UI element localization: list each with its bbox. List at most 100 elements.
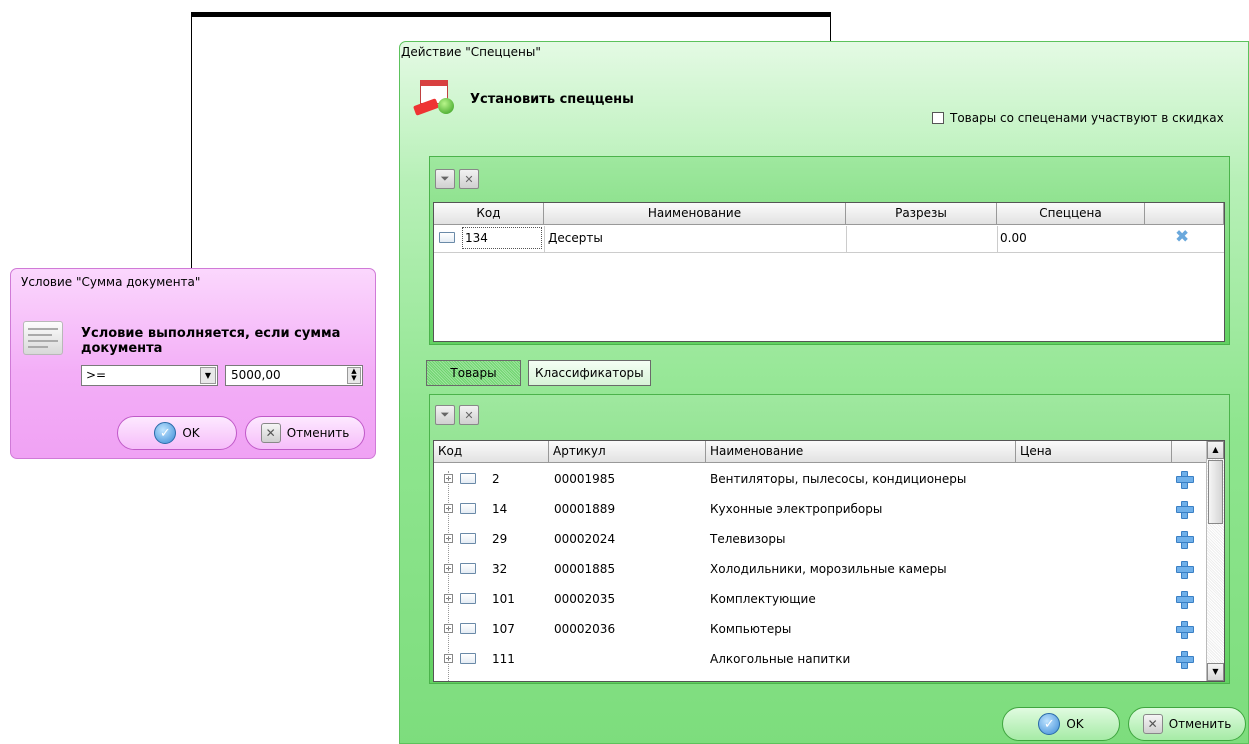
cell-code: 32: [492, 562, 508, 576]
column-header: [1145, 203, 1224, 225]
condition-heading: Условие выполняется, если сумма документ…: [81, 326, 341, 356]
table-row[interactable]: + 14 00001889 Кухонные электроприборы: [434, 494, 1207, 524]
add-icon[interactable]: [1175, 530, 1194, 549]
table-row[interactable]: + 111 Алкогольные напитки: [434, 644, 1207, 674]
folder-icon: [460, 533, 476, 544]
add-icon[interactable]: [1175, 500, 1194, 519]
action-panel: Действие "Спеццены" Установить спеццены …: [399, 41, 1249, 744]
check-icon: ✓: [154, 422, 177, 444]
add-icon[interactable]: [1175, 590, 1194, 609]
column-header: [1172, 441, 1208, 463]
action-heading: Установить спеццены: [470, 92, 634, 107]
check-icon: ✓: [1038, 713, 1061, 735]
table-row[interactable]: + 29 00002024 Телевизоры: [434, 524, 1207, 554]
delete-icon[interactable]: ✖: [1175, 227, 1189, 247]
cell-price[interactable]: 0.00: [1000, 226, 1027, 250]
clear-filter-button[interactable]: ✕: [459, 169, 479, 189]
cell-name: Телевизоры: [710, 532, 786, 546]
folder-icon: [460, 473, 476, 484]
column-header[interactable]: Артикул: [549, 441, 706, 463]
special-price-icon: [413, 76, 456, 118]
cell-name: Компьютеры: [710, 622, 792, 636]
column-header[interactable]: Код: [434, 203, 544, 225]
cell-article: 00001889: [554, 502, 616, 516]
add-icon[interactable]: [1175, 620, 1194, 639]
add-icon[interactable]: [1175, 650, 1194, 669]
cell-code: 2: [492, 472, 500, 486]
checkbox-box[interactable]: [932, 112, 944, 124]
condition-panel: Условие "Сумма документа" Условие выполн…: [10, 268, 376, 459]
spin-buttons-icon[interactable]: ▲ ▼: [347, 367, 361, 384]
clear-filter-button[interactable]: ✕: [459, 405, 479, 425]
cell-name: Алкогольные напитки: [710, 652, 851, 666]
cell-name: Комплектующие: [710, 592, 816, 606]
special-prices-grid: Код Наименование Разрезы Спеццена 134 Де…: [433, 202, 1225, 342]
filter-button[interactable]: ⏷: [435, 405, 455, 425]
cell-name: Десерты: [548, 231, 603, 245]
chevron-down-icon[interactable]: ▼: [200, 367, 216, 384]
operator-select[interactable]: >= ▼: [81, 365, 218, 386]
add-icon[interactable]: [1175, 470, 1194, 489]
folder-icon: [460, 503, 476, 514]
table-row[interactable]: + 32 00001885 Холодильники, морозильные …: [434, 554, 1207, 584]
scrollbar-thumb[interactable]: [1208, 460, 1223, 524]
close-icon: ✕: [260, 423, 281, 443]
column-header[interactable]: Наименование: [544, 203, 846, 225]
tab-goods[interactable]: Товары: [426, 360, 521, 386]
cell-code: 134: [462, 227, 542, 249]
filter-icon: ⏷: [440, 408, 450, 421]
connector-line: [191, 12, 192, 272]
cell-article: 00002024: [554, 532, 616, 546]
cancel-button[interactable]: ✕ Отменить: [245, 416, 365, 450]
discount-checkbox[interactable]: Товары со спеценами участвуют в скидках: [932, 111, 1224, 125]
column-header[interactable]: Наименование: [706, 441, 1016, 463]
cell-name: Холодильники, морозильные камеры: [710, 562, 947, 576]
cell-article: 00001985: [554, 472, 616, 486]
folder-icon: [439, 232, 455, 243]
cell-code: 14: [492, 502, 508, 516]
cancel-label: Отменить: [286, 426, 350, 440]
tab-classifiers[interactable]: Классификаторы: [528, 360, 651, 386]
scroll-up-icon[interactable]: ▲: [1207, 441, 1224, 459]
amount-value: 5000,00: [231, 368, 281, 382]
close-icon: ✕: [1142, 714, 1163, 734]
vertical-scrollbar[interactable]: ▲ ▼: [1206, 441, 1224, 681]
cell-name: Кухонные электроприборы: [710, 502, 883, 516]
scroll-down-icon[interactable]: ▼: [1207, 663, 1224, 681]
ok-label: OK: [182, 426, 200, 440]
connector-line: [191, 12, 831, 17]
ok-button[interactable]: ✓ OK: [1002, 707, 1120, 741]
receipt-icon: [23, 321, 63, 355]
column-header[interactable]: Спеццена: [997, 203, 1145, 225]
cell-code: 111: [492, 652, 515, 666]
action-title: Действие "Спеццены": [401, 45, 541, 59]
cell-article: 00002036: [554, 622, 616, 636]
cell-code: 101: [492, 592, 515, 606]
column-header[interactable]: Разрезы: [846, 203, 997, 225]
cell-article: 00001885: [554, 562, 616, 576]
table-row[interactable]: 134 Десерты 0.00 ✖: [434, 226, 1207, 252]
table-row[interactable]: + 107 00002036 Компьютеры: [434, 614, 1207, 644]
column-header[interactable]: Цена: [1016, 441, 1172, 463]
table-row[interactable]: + 2 00001985 Вентиляторы, пылесосы, конд…: [434, 464, 1207, 494]
ok-label: OK: [1066, 717, 1084, 731]
folder-icon: [460, 593, 476, 604]
add-icon[interactable]: [1175, 560, 1194, 579]
filter-button[interactable]: ⏷: [435, 169, 455, 189]
folder-icon: [460, 653, 476, 664]
amount-input[interactable]: 5000,00 ▲ ▼: [225, 365, 363, 386]
condition-title: Условие "Сумма документа": [21, 275, 201, 289]
close-icon: ✕: [464, 408, 474, 422]
cancel-button[interactable]: ✕ Отменить: [1128, 707, 1246, 741]
table-row[interactable]: + 101 00002035 Комплектующие: [434, 584, 1207, 614]
close-icon: ✕: [464, 172, 474, 186]
cell-code: 107: [492, 622, 515, 636]
cell-name: Вентиляторы, пылесосы, кондиционеры: [710, 472, 967, 486]
folder-icon: [460, 563, 476, 574]
ok-button[interactable]: ✓ OK: [117, 416, 237, 450]
column-header[interactable]: Код: [434, 441, 549, 463]
special-prices-group: ⏷ ✕ Код Наименование Разрезы Спеццена 13…: [429, 156, 1230, 345]
connector-line: [830, 12, 831, 42]
operator-value: >=: [86, 368, 107, 382]
filter-icon: ⏷: [440, 172, 450, 185]
